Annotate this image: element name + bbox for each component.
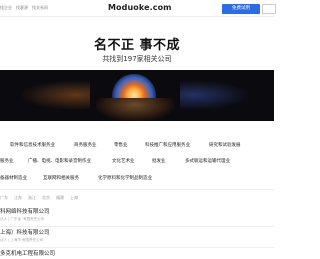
- category-row: 服务业 广播、电视、电影和录音制作业 文化艺术业 批发业 多式联运和运输代理业: [0, 158, 274, 168]
- company-name[interactable]: 科网络科技有限公司: [0, 207, 50, 215]
- category-row: 软件和信息技术服务业 商务服务业 零售业 科技推广和应用服务业 研究和试验发展: [0, 142, 274, 152]
- category-tag[interactable]: 备器材制造业: [0, 175, 27, 181]
- top-nav-links: 找企业 找客源 找关系网: [0, 5, 48, 11]
- category-tag[interactable]: 互联网和相关服务: [43, 175, 79, 181]
- company-meta: 法人 | 上海市·有限责任公司: [0, 238, 44, 242]
- region-filter[interactable]: 上海: [70, 195, 78, 201]
- category-tag[interactable]: 文化艺术业: [112, 158, 135, 164]
- region-filter[interactable]: 北京: [42, 195, 50, 201]
- banner-glow-right: [180, 80, 250, 110]
- hero-banner-image: [0, 70, 274, 121]
- company-list-item[interactable]: 上海）科技有限公司 法人 | 上海市·有限责任公司: [0, 226, 274, 248]
- company-meta: 法人 | 广东省 ·有限责任公司: [0, 217, 45, 221]
- page-title: 名不正 事不成: [93, 38, 181, 53]
- company-list-item[interactable]: 科网络科技有限公司 法人 | 广东省 ·有限责任公司: [0, 205, 274, 227]
- category-tag[interactable]: 服务业: [0, 158, 14, 164]
- site-logo[interactable]: Moduoke.com: [108, 3, 172, 12]
- section-divider: [0, 189, 274, 190]
- login-button[interactable]: [262, 4, 276, 14]
- top-bar: 找企业 找客源 找关系网 Moduoke.com 免费试用: [0, 0, 276, 17]
- region-filter-bar: 广东 江苏 浙江 北京 福建 上海: [0, 195, 78, 201]
- banner-hands: [96, 98, 174, 121]
- region-filter[interactable]: 福建: [56, 195, 64, 201]
- category-tag[interactable]: 化学原料和化学制品制造业: [98, 175, 152, 181]
- category-tag[interactable]: 广播、电视、电影和录音制作业: [28, 158, 91, 164]
- category-tag[interactable]: 科技推广和应用服务业: [145, 142, 190, 148]
- category-tag[interactable]: 批发业: [152, 158, 166, 164]
- company-list-item[interactable]: 多克机电工程有限公司: [0, 247, 274, 259]
- category-tag[interactable]: 研究和试验发展: [209, 142, 241, 148]
- region-filter[interactable]: 江苏: [14, 195, 22, 201]
- category-row: 备器材制造业 互联网和相关服务 化学原料和化学制品制造业: [0, 175, 274, 185]
- company-name[interactable]: 上海）科技有限公司: [0, 228, 50, 236]
- region-filter[interactable]: 广东: [0, 195, 8, 201]
- top-link-find-company[interactable]: 找企业: [0, 5, 12, 11]
- category-tag[interactable]: 零售业: [114, 142, 128, 148]
- region-filter[interactable]: 浙江: [28, 195, 36, 201]
- category-tag[interactable]: 商务服务业: [74, 142, 97, 148]
- banner-glow-left: [20, 80, 90, 110]
- result-count: 共找到197家相关公司: [102, 55, 172, 63]
- category-tag[interactable]: 多式联运和运输代理业: [185, 158, 230, 164]
- category-tag[interactable]: 软件和信息技术服务业: [10, 142, 55, 148]
- free-trial-button[interactable]: 免费试用: [222, 4, 260, 14]
- company-name[interactable]: 多克机电工程有限公司: [0, 249, 55, 257]
- top-link-find-customers[interactable]: 找客源: [16, 5, 28, 11]
- top-link-relation-network[interactable]: 找关系网: [32, 5, 48, 11]
